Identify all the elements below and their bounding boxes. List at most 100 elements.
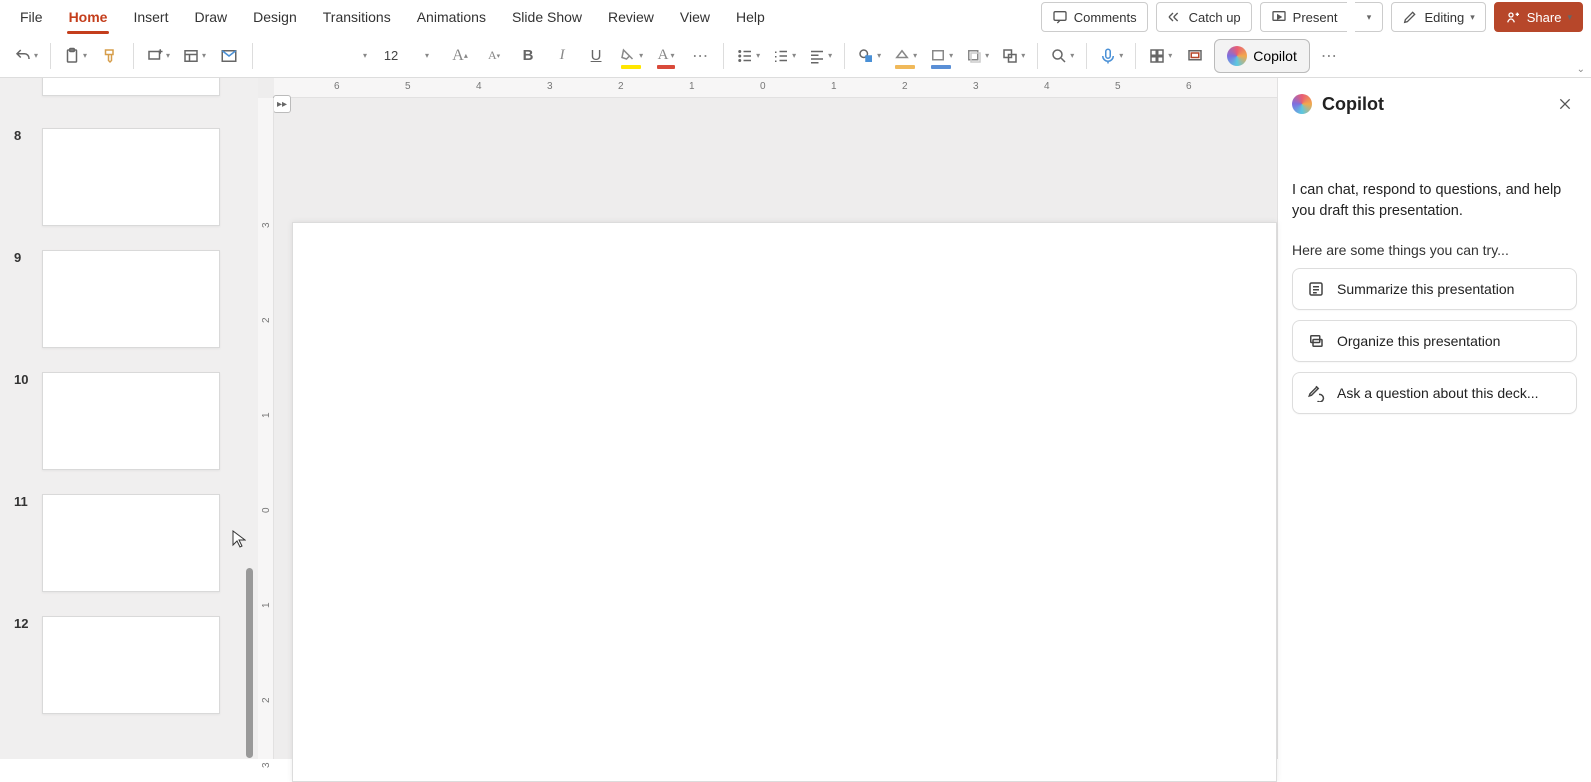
ruler-tick: 4 [476, 81, 482, 92]
separator [844, 43, 845, 69]
copilot-icon [1292, 94, 1312, 114]
question-icon [1307, 384, 1325, 402]
highlight-color-button[interactable]: ▾ [615, 40, 647, 72]
workspace: 8 9 10 11 12 6 5 4 3 2 1 0 [0, 78, 1591, 759]
present-dropdown[interactable]: ▾ [1355, 2, 1383, 32]
slide-canvas[interactable] [292, 222, 1277, 782]
decrease-font-button[interactable]: A▾ [479, 40, 509, 72]
font-size-value[interactable]: 12 [375, 43, 407, 69]
ruler-tick: 1 [261, 412, 272, 418]
paste-button[interactable]: ▾ [59, 40, 91, 72]
more-font-button[interactable]: ⋯ [685, 40, 715, 72]
pencil-icon [1402, 9, 1418, 25]
slide-editor[interactable]: 6 5 4 3 2 1 0 1 2 3 4 5 6 ▸▸ 3 2 1 0 1 2… [258, 78, 1277, 759]
tab-transitions[interactable]: Transitions [311, 3, 403, 31]
font-color-button[interactable]: A▾ [651, 40, 681, 72]
tab-slideshow[interactable]: Slide Show [500, 3, 594, 31]
format-painter-button[interactable] [95, 40, 125, 72]
thumbnail-number: 10 [14, 372, 28, 387]
copilot-suggestions: Summarize this presentation Organize thi… [1292, 268, 1577, 414]
undo-button[interactable]: ▾ [10, 40, 42, 72]
thumbnails-scrollbar[interactable] [246, 568, 253, 758]
catchup-button[interactable]: Catch up [1156, 2, 1252, 32]
design-ideas-button[interactable] [1180, 40, 1210, 72]
tab-file[interactable]: File [8, 3, 55, 31]
slide-thumbnail[interactable] [42, 372, 220, 470]
suggestion-label: Organize this presentation [1337, 333, 1500, 349]
designer-button[interactable] [214, 40, 244, 72]
slide-thumbnails-panel[interactable]: 8 9 10 11 12 [0, 78, 258, 759]
vertical-ruler: 3 2 1 0 1 2 3 [258, 98, 274, 759]
separator [252, 43, 253, 69]
slide-thumbnail[interactable] [42, 250, 220, 348]
present-label: Present [1293, 10, 1338, 25]
bold-button[interactable]: B [513, 40, 543, 72]
present-icon [1271, 9, 1287, 25]
ribbon-toolbar: ▾ ▾ ▾ ▾ ▾ 12 ▾ A▴ A▾ B I U ▾ A▾ ⋯ ▾ ▾ ▾ … [0, 34, 1591, 78]
tab-view[interactable]: View [668, 3, 722, 31]
layout-button[interactable]: ▾ [178, 40, 210, 72]
more-button[interactable]: ⋯ [1314, 40, 1344, 72]
ruler-tick: 2 [618, 81, 624, 92]
copilot-icon [1227, 46, 1247, 66]
ruler-tick: 2 [261, 317, 272, 323]
shape-fill-button[interactable]: ▾ [889, 40, 921, 72]
share-button[interactable]: Share ▾ [1494, 2, 1583, 32]
separator [133, 43, 134, 69]
new-slide-button[interactable]: ▾ [142, 40, 174, 72]
ruler-tick: 5 [405, 81, 411, 92]
tab-insert[interactable]: Insert [121, 3, 180, 31]
suggestion-organize[interactable]: Organize this presentation [1292, 320, 1577, 362]
separator [723, 43, 724, 69]
tab-help[interactable]: Help [724, 3, 777, 31]
outline-toggle-button[interactable]: ▸▸ [273, 95, 291, 113]
dictate-button[interactable]: ▾ [1095, 40, 1127, 72]
copilot-ribbon-label: Copilot [1253, 48, 1297, 64]
copilot-ribbon-button[interactable]: Copilot [1214, 39, 1310, 73]
editing-label: Editing [1424, 10, 1464, 25]
underline-button[interactable]: U [581, 40, 611, 72]
ruler-tick: 5 [1115, 81, 1121, 92]
comment-icon [1052, 9, 1068, 25]
bullets-button[interactable]: ▾ [732, 40, 764, 72]
align-button[interactable]: ▾ [804, 40, 836, 72]
close-icon [1557, 96, 1573, 112]
tab-animations[interactable]: Animations [405, 3, 498, 31]
ruler-tick: 2 [261, 697, 272, 703]
shapes-button[interactable]: ▾ [853, 40, 885, 72]
chevron-down-icon: ▾ [1367, 12, 1372, 23]
separator [1037, 43, 1038, 69]
editing-button[interactable]: Editing ▾ [1391, 2, 1485, 32]
tab-draw[interactable]: Draw [182, 3, 239, 31]
separator [1086, 43, 1087, 69]
list-icon [1307, 280, 1325, 298]
increase-font-button[interactable]: A▴ [445, 40, 475, 72]
slide-thumbnail[interactable] [42, 128, 220, 226]
menu-tabs: File Home Insert Draw Design Transitions… [8, 3, 777, 31]
separator [1135, 43, 1136, 69]
tab-home[interactable]: Home [57, 3, 120, 31]
find-button[interactable]: ▾ [1046, 40, 1078, 72]
shape-outline-button[interactable]: ▾ [925, 40, 957, 72]
arrange-button[interactable]: ▾ [997, 40, 1029, 72]
close-button[interactable] [1553, 92, 1577, 116]
tab-design[interactable]: Design [241, 3, 309, 31]
add-ins-button[interactable]: ▾ [1144, 40, 1176, 72]
slide-thumbnail[interactable] [42, 494, 220, 592]
comments-button[interactable]: Comments [1041, 2, 1148, 32]
font-size-dropdown[interactable]: ▾ [411, 40, 441, 72]
font-name-select[interactable]: ▾ [261, 43, 371, 69]
ribbon-collapse-button[interactable]: ⌄ [1577, 64, 1585, 75]
slide-thumbnail[interactable] [42, 616, 220, 714]
shape-effects-button[interactable]: ▾ [961, 40, 993, 72]
suggestion-summarize[interactable]: Summarize this presentation [1292, 268, 1577, 310]
present-button[interactable]: Present [1260, 2, 1348, 32]
ruler-tick: 1 [261, 602, 272, 608]
suggestion-ask[interactable]: Ask a question about this deck... [1292, 372, 1577, 414]
separator [50, 43, 51, 69]
numbering-button[interactable]: ▾ [768, 40, 800, 72]
tab-review[interactable]: Review [596, 3, 666, 31]
ruler-tick: 6 [1186, 81, 1192, 92]
slide-thumbnail[interactable] [42, 78, 220, 96]
italic-button[interactable]: I [547, 40, 577, 72]
